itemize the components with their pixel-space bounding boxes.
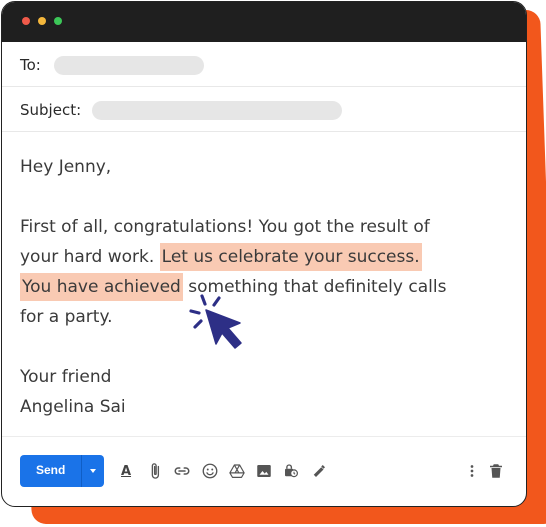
send-separator [81,455,82,487]
to-label: To: [20,56,41,74]
signoff: Your friend [20,367,112,387]
toolbar-divider [2,436,526,437]
emoji-icon[interactable] [199,460,221,482]
send-label: Send [36,463,66,477]
photo-icon[interactable] [253,460,275,482]
close-window-dot[interactable] [22,17,30,25]
greeting: Hey Jenny, [20,157,112,177]
attach-icon[interactable] [144,460,166,482]
minimize-window-dot[interactable] [38,17,46,25]
signature: Angelina Sai [20,397,126,417]
compose-window: To: Subject: Hey Jenny, First of all, co… [1,1,527,507]
highlighted-text-1: Let us celebrate your success. [159,243,422,271]
subject-label: Subject: [20,101,82,119]
highlighted-text-2: You have achieved [20,273,183,301]
confidential-icon[interactable] [280,460,302,482]
font-color-icon[interactable]: A [115,460,137,482]
body-line-1: First of all, congratulations! You got t… [20,217,430,237]
click-cursor-icon [189,294,242,349]
subject-row: Subject: [2,87,526,132]
link-icon[interactable] [171,460,193,482]
compose-toolbar: Send A [2,455,526,489]
drive-icon[interactable] [226,460,248,482]
send-button[interactable]: Send [20,455,104,487]
to-row: To: [2,42,526,87]
to-input[interactable] [54,56,204,75]
title-bar [2,2,526,42]
send-options-chevron-icon[interactable] [84,464,102,478]
trash-icon[interactable] [485,460,507,482]
more-vert-icon[interactable] [461,460,483,482]
subject-input[interactable] [92,101,342,120]
body-line-2: your hard work. Let us celebrate your su… [20,242,446,272]
maximize-window-dot[interactable] [54,17,62,25]
signature-icon[interactable] [308,460,330,482]
body-line-2-plain: your hard work. [20,247,160,267]
message-body[interactable]: Hey Jenny, First of all, congratulations… [20,152,446,422]
